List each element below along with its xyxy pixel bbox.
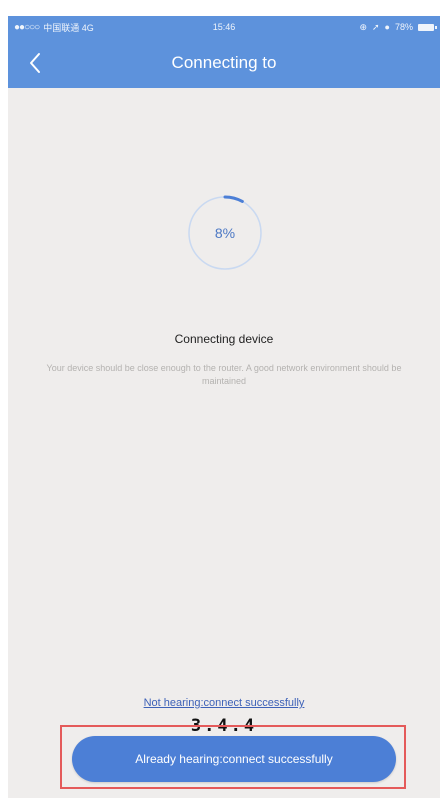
battery-percent: 78% <box>394 22 413 32</box>
connecting-title: Connecting device <box>174 332 274 346</box>
status-bar: ●●○○○ 中国联通 4G 15:46 ⊕ ➚ ● 78% <box>8 16 440 38</box>
arrow-icon: ➚ <box>372 21 380 32</box>
not-hearing-link[interactable]: Not hearing:connect successfully <box>8 697 440 709</box>
nav-bar: Connecting to <box>8 38 440 88</box>
status-left: ●●○○○ 中国联通 4G <box>14 21 213 34</box>
status-right: ⊕ ➚ ● 78% <box>235 21 437 33</box>
signal-icon: ●●○○○ <box>14 21 40 33</box>
battery-icon <box>418 23 437 31</box>
location-icon: ⊕ <box>359 21 367 32</box>
alarm-icon: ● <box>384 22 390 32</box>
page-title: Connecting to <box>171 53 277 72</box>
progress-percent: 8% <box>214 225 236 241</box>
already-hearing-button[interactable]: Already hearing:connect successfully <box>72 736 396 782</box>
carrier-label: 中国联通 4G <box>43 22 94 33</box>
phone-screen: ●●○○○ 中国联通 4G 15:46 ⊕ ➚ ● 78% Connecting… <box>8 16 440 798</box>
status-time: 15:46 <box>212 22 236 32</box>
connecting-description: Your device should be close enough to th… <box>46 363 402 386</box>
